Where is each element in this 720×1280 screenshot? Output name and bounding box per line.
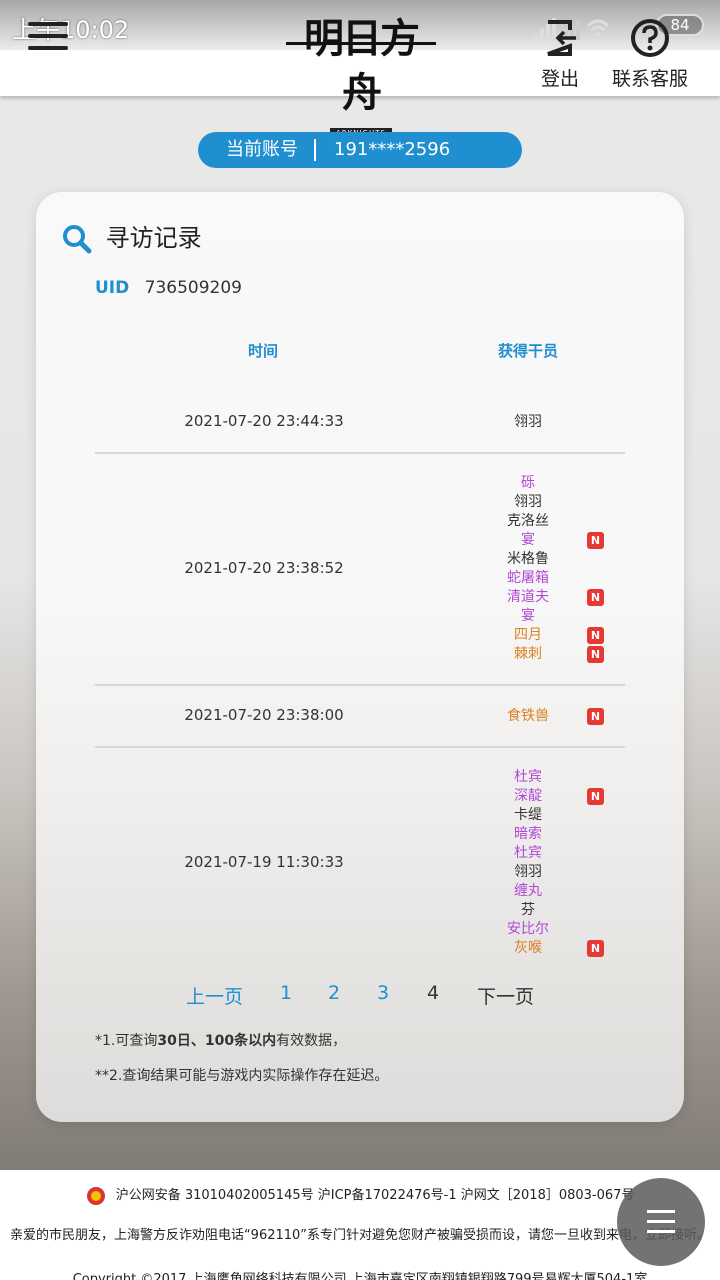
operator-name: 杜宾	[514, 769, 542, 785]
menu-icon[interactable]	[28, 22, 68, 50]
logout-button[interactable]: 登出	[540, 18, 580, 91]
page-2-button[interactable]: 2	[328, 982, 340, 1004]
next-page-button[interactable]: 下一页	[477, 982, 534, 1009]
operator-name: 暗索	[514, 826, 542, 842]
app-header: 上午10:02 明日方舟 ARKNIGHTS 84 登出 联系客服	[0, 0, 720, 138]
row-divider	[95, 746, 625, 748]
operator-name: 缠丸	[514, 883, 542, 899]
pagination: 上一页 1 2 3 4 下一页	[36, 982, 684, 1012]
operator-name: 克洛丝	[507, 513, 549, 529]
uid-label: UID	[95, 278, 130, 298]
new-badge: N	[587, 532, 604, 549]
support-label: 联系客服	[612, 68, 689, 90]
record-time: 2021-07-19 11:30:33	[184, 853, 344, 871]
operator-name: 蛇屠箱	[507, 570, 549, 586]
help-icon	[631, 19, 669, 57]
operator-name: 深靛 N	[468, 787, 604, 806]
row-divider	[95, 452, 625, 454]
search-icon	[63, 225, 92, 254]
operator-name: 棘刺 N	[468, 645, 604, 664]
arknights-logo[interactable]: 明日方舟 ARKNIGHTS	[286, 12, 436, 138]
note-2: **2.查询结果可能与游戏内实际操作存在延迟。	[95, 1068, 389, 1084]
operator-name: 宴N	[468, 531, 604, 550]
new-badge: N	[587, 646, 604, 663]
prev-page-button[interactable]: 上一页	[186, 982, 243, 1009]
current-account-pill: 当前账号 191****2596	[198, 132, 522, 168]
logout-label: 登出	[540, 68, 579, 90]
column-header-operators: 获得干员	[498, 342, 559, 360]
column-header-time: 时间	[248, 342, 279, 360]
site-footer: 沪公网安备 31010402005145号 沪ICP备17022476号-1 沪…	[0, 1170, 720, 1280]
logout-icon	[547, 20, 576, 56]
account-label: 当前账号	[226, 139, 298, 160]
operator-name: 安比尔	[507, 921, 549, 937]
page-1-button[interactable]: 1	[280, 982, 292, 1004]
record-time: 2021-07-20 23:44:33	[184, 412, 344, 430]
operator-name: 清道夫 N	[468, 588, 604, 607]
note-1: *1.可查询30日、100条以内有效数据，	[95, 1033, 347, 1049]
operator-name: 杜宾	[514, 845, 542, 861]
footer-licenses: 沪公网安备 31010402005145号 沪ICP备17022476号-1 沪…	[0, 1184, 720, 1206]
operator-name: 宴	[521, 608, 535, 624]
record-time: 2021-07-20 23:38:52	[184, 559, 344, 577]
footer-copyright: Copyright ©2017 上海鹰角网络科技有限公司 上海市嘉定区南翔镇银翔…	[72, 1272, 648, 1280]
page-4-current[interactable]: 4	[427, 982, 439, 1004]
operator-name: 砾	[521, 475, 535, 491]
operator-name: 四月 N	[468, 626, 604, 645]
record-operators: 杜宾 深靛 N 卡缇 暗索 杜宾 翎羽 缠丸芬安比尔 灰喉 N	[468, 768, 604, 958]
operator-name: 食铁兽 N	[468, 707, 604, 726]
police-badge-icon	[86, 1186, 105, 1205]
row-divider	[95, 684, 625, 686]
operator-name: 芬	[521, 902, 535, 918]
new-badge: N	[587, 940, 604, 957]
record-operators: 砾翎羽克洛丝宴 N 米格鲁蛇屠箱清道夫 N 宴四月 N 棘刺 N	[468, 474, 604, 664]
uid-row: UID 736509209	[95, 278, 242, 298]
record-time: 2021-07-20 23:38:00	[184, 706, 344, 724]
new-badge: N	[587, 788, 604, 805]
card-title: 寻访记录	[62, 218, 202, 254]
card-title-text: 寻访记录	[105, 224, 202, 252]
page-3-button[interactable]: 3	[377, 982, 389, 1004]
operator-name: 翎羽	[514, 413, 542, 430]
new-badge: N	[587, 707, 604, 725]
operator-name: 翎羽	[514, 494, 542, 510]
record-operators: 翎羽	[468, 413, 588, 432]
operator-name: 灰喉 N	[468, 939, 604, 958]
new-badge: N	[587, 589, 604, 606]
gacha-history-card: 寻访记录 UID 736509209 时间 获得干员 2021-07-20 23…	[36, 192, 684, 1122]
uid-value: 736509209	[144, 278, 242, 298]
operator-name: 翎羽	[514, 864, 542, 880]
new-badge: N	[587, 627, 604, 644]
record-operators: 食铁兽 N	[468, 707, 604, 726]
floating-menu-button[interactable]	[617, 1178, 705, 1266]
footer-anti-fraud-notice: 亲爱的市民朋友，上海警方反诈劝阻电话“962110”系专门针对避免您财产被骗受损…	[9, 1228, 711, 1243]
operator-name: 卡缇	[514, 807, 542, 823]
account-value: 191****2596	[334, 139, 451, 160]
logo-text: 明日方舟	[304, 15, 420, 116]
account-divider	[314, 139, 316, 161]
operator-name: 米格鲁	[507, 551, 549, 567]
support-button[interactable]: 联系客服	[612, 18, 688, 91]
